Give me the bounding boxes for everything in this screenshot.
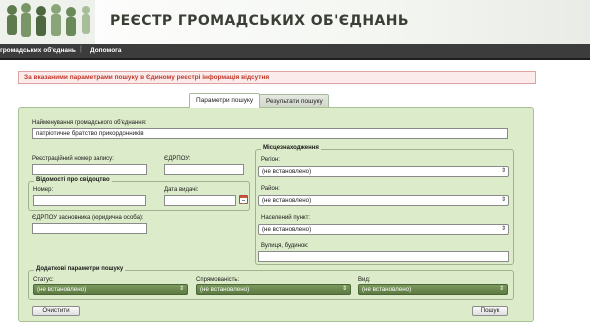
location-legend: Місцезнаходження	[261, 145, 321, 151]
nav-item-help[interactable]: Допомога	[90, 47, 122, 54]
extra-params-fieldset: Додаткові параметри пошуку Статус: (не в…	[28, 266, 514, 300]
name-label: Найменування громадського об'єднання:	[32, 120, 147, 126]
founder-edrpou-label: ЄДРПОУ засновника (юридична особа):	[32, 215, 144, 221]
settlement-select-value: (не встановлено)	[262, 226, 312, 233]
search-form-panel: Найменування громадського об'єднання: па…	[18, 107, 534, 322]
site-header: РЕЄСТР ГРОМАДСЬКИХ ОБ'ЄДНАНЬ	[0, 0, 590, 44]
select-arrows-icon: ⇕	[178, 286, 184, 292]
no-results-alert: За вказаними параметрами пошуку в Єдином…	[18, 71, 536, 84]
kind-label: Вид:	[358, 277, 371, 283]
cert-number-input[interactable]	[33, 195, 146, 206]
kind-select-value: (не встановлено)	[362, 286, 412, 293]
issue-date-label: Дата видачі:	[164, 187, 199, 193]
select-arrows-icon: ⇕	[500, 168, 506, 174]
certificate-fieldset: Відомості про свідоцтво Номер: Дата вида…	[28, 177, 250, 211]
district-label: Район:	[261, 186, 280, 192]
edrpou-input[interactable]	[164, 164, 244, 175]
select-arrows-icon: ⇕	[500, 197, 506, 203]
name-input[interactable]: патріотичне братство прикордонників	[32, 128, 508, 139]
nav-separator: |	[80, 46, 82, 53]
region-select[interactable]: (не встановлено) ⇕	[258, 166, 509, 177]
affiliation-select-value: (не встановлено)	[200, 286, 250, 293]
region-label: Регіон:	[261, 157, 280, 163]
location-fieldset: Місцезнаходження Регіон: (не встановлено…	[255, 145, 514, 265]
extra-params-legend: Додаткові параметри пошуку	[34, 266, 126, 272]
certificate-legend: Відомості про свідоцтво	[34, 177, 112, 183]
status-select-value: (не встановлено)	[37, 286, 87, 293]
settlement-select[interactable]: (не встановлено) ⇕	[258, 224, 509, 235]
reg-number-input[interactable]	[32, 164, 147, 175]
select-arrows-icon: ⇕	[500, 226, 506, 232]
select-arrows-icon: ⇕	[341, 286, 347, 292]
street-label: Вулиця, будинок:	[261, 243, 309, 249]
status-label: Статус:	[33, 277, 54, 283]
kind-select[interactable]: (не встановлено) ⇕	[358, 284, 508, 295]
calendar-icon[interactable]	[239, 195, 248, 204]
settlement-label: Населений пункт:	[261, 215, 310, 221]
search-button[interactable]: Пошук	[472, 306, 508, 316]
reg-number-label: Реєстраційний номер запису:	[32, 156, 114, 162]
founder-edrpou-input[interactable]	[32, 223, 147, 234]
site-title: РЕЄСТР ГРОМАДСЬКИХ ОБ'ЄДНАНЬ	[110, 13, 409, 29]
district-select[interactable]: (не встановлено) ⇕	[258, 195, 509, 206]
tab-search-results[interactable]: Результати пошуку	[259, 94, 329, 108]
region-select-value: (не встановлено)	[262, 168, 312, 175]
select-arrows-icon: ⇕	[498, 286, 504, 292]
nav-item-registry[interactable]: громадських об'єднань	[0, 47, 76, 54]
clear-button[interactable]: Очистити	[32, 306, 80, 316]
cert-number-label: Номер:	[33, 187, 54, 193]
affiliation-select[interactable]: (не встановлено) ⇕	[196, 284, 351, 295]
affiliation-label: Спрямованість:	[196, 277, 240, 283]
tab-search-params[interactable]: Параметри пошуку	[189, 93, 260, 108]
status-select[interactable]: (не встановлено) ⇕	[33, 284, 188, 295]
issue-date-input[interactable]	[164, 195, 236, 206]
district-select-value: (не встановлено)	[262, 197, 312, 204]
street-input[interactable]	[258, 251, 509, 262]
top-nav: громадських об'єднань | Допомога	[0, 44, 590, 60]
logo-people-icon	[0, 0, 95, 44]
edrpou-label: ЄДРПОУ:	[164, 156, 191, 162]
